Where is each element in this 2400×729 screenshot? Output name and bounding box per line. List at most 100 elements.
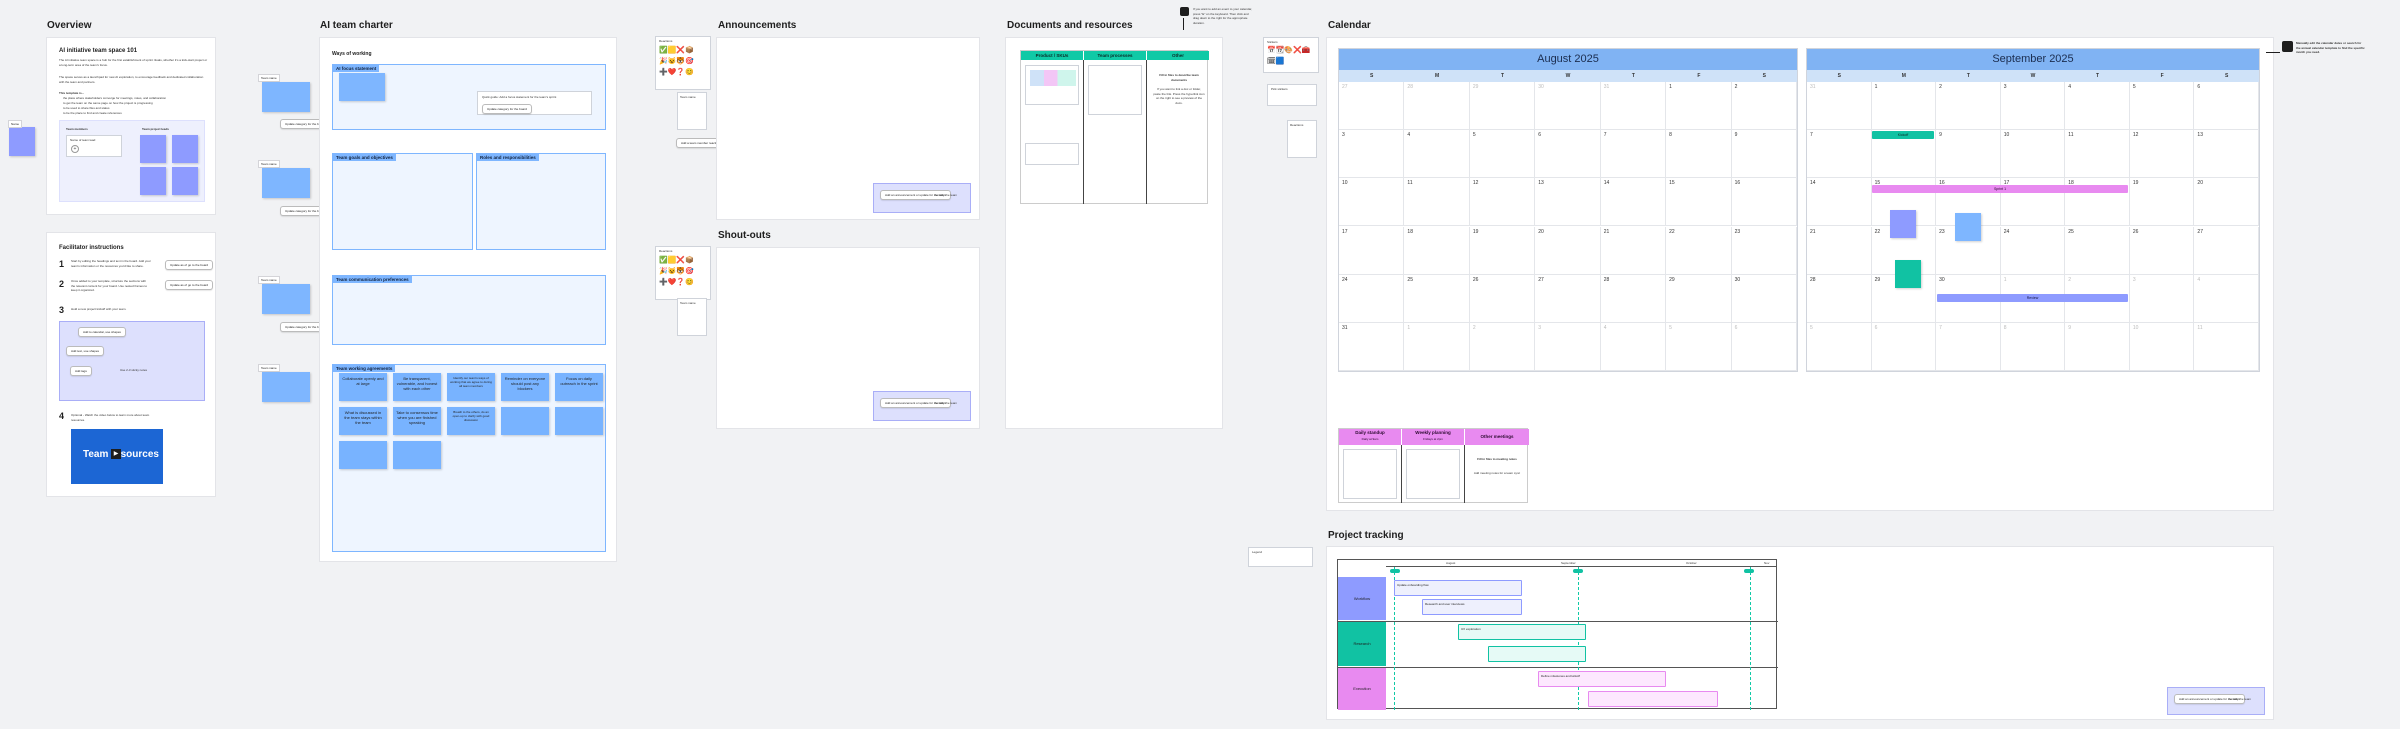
play-icon[interactable]: ▶ [111,449,121,459]
calendar-day-cell[interactable]: 24 [2000,226,2066,275]
agreement-note[interactable]: Focus on daily outreach in the sprint [555,373,603,401]
calendar-day-cell[interactable]: 31 [1339,322,1405,371]
calendar-day-cell[interactable]: 31 [1600,82,1667,131]
calendar-day-cell[interactable]: 4 [2194,274,2259,323]
calendar-day-cell[interactable]: 21 [1807,226,1872,275]
sticky-note[interactable] [172,167,198,195]
task-ux-2[interactable] [1488,646,1586,662]
agreement-note[interactable]: What is discussed in the team stays with… [339,407,387,435]
calendar-day-cell[interactable]: 4 [1600,322,1667,371]
calendar-day-cell[interactable]: 17 [1339,226,1405,275]
calendar-day-cell[interactable]: 3 [1339,130,1405,179]
calendar-day-cell[interactable]: 12 [2129,130,2195,179]
agreement-note[interactable]: Breath to the others, do an open-up to c… [447,407,495,435]
calendar-day-cell[interactable]: 27 [1339,82,1405,131]
calendar-day-cell[interactable]: 13 [1535,178,1601,227]
agreement-note[interactable]: Be transparent, vulnerable, and honest w… [393,373,441,401]
calendar-day-cell[interactable]: 4 [2065,82,2130,131]
calendar-day-cell[interactable]: 28 [1807,274,1872,323]
calendar-day-cell[interactable]: 19 [2129,178,2195,227]
doc-card[interactable] [1088,65,1142,115]
calendar-day-cell[interactable]: 1 [1871,82,1937,131]
calendar-day-cell[interactable]: 5 [1469,130,1536,179]
calendar-day-cell[interactable]: 30 [1731,274,1797,323]
agreement-note[interactable]: Collaborate openly and at large [339,373,387,401]
sticky-note[interactable] [339,73,385,101]
calendar-day-cell[interactable]: 20 [1535,226,1601,275]
calendar-day-cell[interactable]: 6 [1871,322,1937,371]
calendar-day-cell[interactable]: 11 [2194,322,2259,371]
agreement-note[interactable]: Take to consensus time when you are fini… [393,407,441,435]
milestone-marker[interactable] [1390,569,1400,573]
sticky-note[interactable] [140,167,166,195]
emoji-row-1[interactable]: ✅🟨❌📦 [659,46,694,55]
calendar-day-cell[interactable]: 7 [1807,130,1872,179]
calendar-day-cell[interactable]: 28 [1404,82,1470,131]
event-sprint-1[interactable]: Sprint 1 [1872,185,2128,193]
calendar-day-cell[interactable]: 12 [1469,178,1536,227]
sticky-note[interactable] [9,127,35,156]
calendar-day-cell[interactable]: 20 [2194,178,2259,227]
sticky-note[interactable] [1895,260,1921,288]
calendar-day-cell[interactable]: 1 [1404,322,1470,371]
team-lead-card[interactable]: Name of team lead + [66,135,122,157]
helper-button-2[interactable]: Add text, use shapes [66,346,105,356]
calendar-day-cell[interactable]: 6 [2194,82,2259,131]
sticky-note[interactable] [262,372,310,402]
calendar-day-cell[interactable]: 27 [1535,274,1601,323]
calendar-day-cell[interactable]: 2 [1936,82,2001,131]
video-thumbnail[interactable]: Team resources ▶ [71,429,163,484]
calendar-day-cell[interactable]: 23 [1731,226,1797,275]
calendar-day-cell[interactable]: 6 [1731,322,1797,371]
calendar-day-cell[interactable]: 5 [2129,82,2195,131]
focus-helper-button[interactable]: Update category for the board [482,104,532,114]
doc-card[interactable] [1025,143,1079,165]
sticker-row-1[interactable]: 📅📆🎨❌🧰 [1267,46,1311,55]
calendar-day-cell[interactable]: 5 [1807,322,1872,371]
calendar-day-cell[interactable]: 26 [1469,274,1536,323]
task-define-2[interactable] [1588,691,1718,707]
task-onboarding[interactable]: Update onboarding flow [1394,580,1522,596]
agreement-note[interactable]: Reminder on everyone should post any blo… [501,373,549,401]
calendar-day-cell[interactable]: 11 [2065,130,2130,179]
calendar-day-cell[interactable]: 31 [1807,82,1872,131]
sticky-note[interactable] [1955,213,1981,241]
calendar-day-cell[interactable]: 10 [1339,178,1405,227]
add-avatar-icon[interactable]: + [71,145,79,153]
calendar-day-cell[interactable]: 13 [2194,130,2259,179]
calendar-day-cell[interactable]: 30 [1535,82,1601,131]
calendar-day-cell[interactable]: 29 [1666,274,1732,323]
event-review[interactable]: Review [1937,294,2128,302]
calendar-day-cell[interactable]: 11 [1404,178,1470,227]
sticky-note[interactable] [172,135,198,163]
agreement-note[interactable] [555,407,603,435]
agreement-note[interactable] [501,407,549,435]
calendar-day-cell[interactable]: 4 [1404,130,1470,179]
calendar-day-cell[interactable]: 10 [2000,130,2066,179]
agreement-note[interactable]: Identify our team's ways of working that… [447,373,495,401]
calendar-day-cell[interactable]: 8 [2000,322,2066,371]
sticky-note[interactable] [1890,210,1916,238]
milestone-marker[interactable] [1573,569,1583,573]
task-define[interactable]: Define milestones and kickoff [1538,671,1666,687]
task-research[interactable]: Research and user interviews [1422,599,1522,615]
calendar-day-cell[interactable]: 3 [2129,274,2195,323]
calendar-day-cell[interactable]: 2 [1731,82,1797,131]
calendar-day-cell[interactable]: 6 [1535,130,1601,179]
calendar-day-cell[interactable]: 25 [2065,226,2130,275]
helper-button-1[interactable]: Add to calendar, use shapes [78,327,126,337]
emoji-row-1[interactable]: ✅🟨❌📦 [659,256,694,265]
doc-card[interactable] [1025,65,1079,105]
update-board-button[interactable]: Update as of go to the board [165,260,214,270]
calendar-day-cell[interactable]: 7 [1936,322,2001,371]
task-ux[interactable]: UX exploration [1458,624,1586,640]
calendar-day-cell[interactable]: 25 [1404,274,1470,323]
update-board-button-2[interactable]: Update as of go to the board [165,280,214,290]
calendar-day-cell[interactable]: 2 [1469,322,1536,371]
calendar-day-cell[interactable]: 24 [1339,274,1405,323]
emoji-row-3[interactable]: ➕❤️❓😊 [659,278,694,287]
calendar-day-cell[interactable]: 16 [1731,178,1797,227]
sticky-note[interactable] [262,82,310,112]
calendar-day-cell[interactable]: 26 [2129,226,2195,275]
calendar-day-cell[interactable]: 28 [1600,274,1667,323]
